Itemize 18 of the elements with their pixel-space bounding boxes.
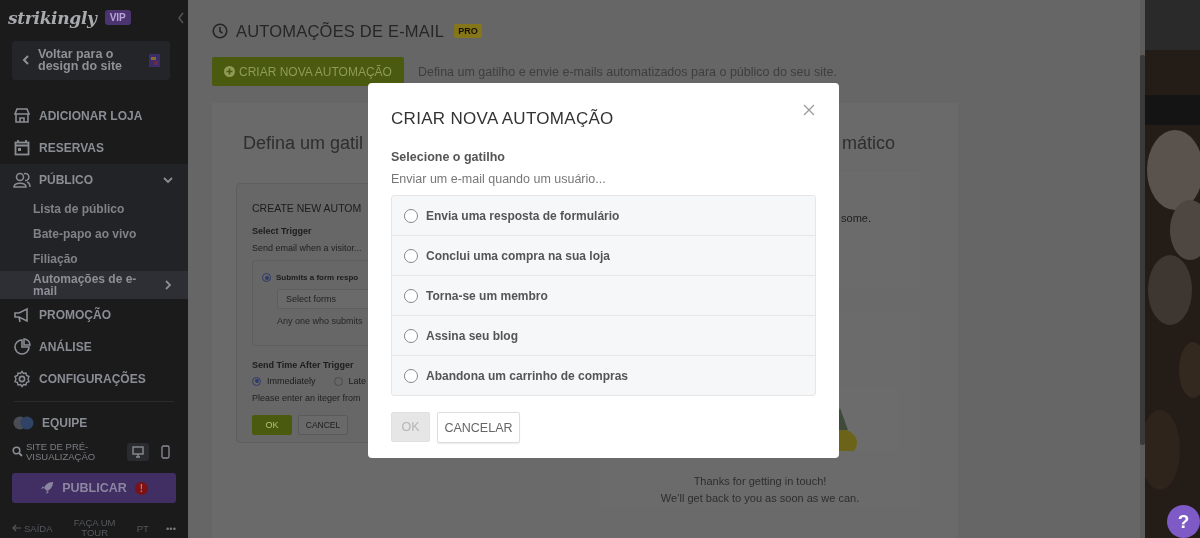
page-title: AUTOMAÇÕES DE E-MAIL bbox=[236, 21, 445, 41]
alert-badge: ! bbox=[134, 481, 148, 495]
radio-label: Submits a form respo bbox=[276, 273, 359, 282]
preview-label: SITE DE PRÉ-VISUALIZAÇÃO bbox=[26, 442, 97, 462]
field-label: Select Trigger bbox=[252, 226, 312, 236]
field-hint: Send email when a visitor... bbox=[252, 243, 362, 253]
preview-text: some. bbox=[841, 212, 871, 224]
field-hint: Enviar um e-mail quando um usuário... bbox=[391, 172, 606, 186]
field-label: Selecione o gatilho bbox=[391, 150, 505, 164]
vip-badge: VIP bbox=[104, 10, 131, 26]
radio-label: Late bbox=[348, 376, 367, 386]
section-heading: mático bbox=[842, 133, 895, 154]
form-title: CREATE NEW AUTOM bbox=[252, 202, 362, 214]
radio-label: Immediately bbox=[267, 376, 316, 386]
pro-badge: PRO bbox=[454, 24, 482, 38]
field-label: Send Time After Trigger bbox=[252, 360, 354, 370]
section-heading: Defina um gatil bbox=[243, 133, 364, 154]
dialog-title: CRIAR NOVA AUTOMAÇÃO bbox=[391, 109, 614, 129]
